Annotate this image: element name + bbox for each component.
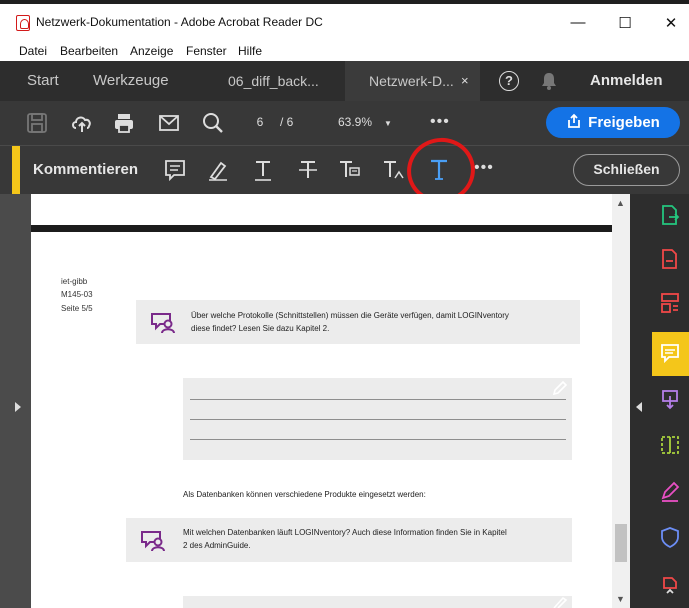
minimize-button[interactable]: — — [568, 14, 588, 31]
comment-2-line-1: Mit welchen Datenbanken läuft LOGINvento… — [183, 528, 507, 537]
tab-close-button[interactable]: × — [461, 73, 469, 88]
scroll-down-arrow-icon[interactable]: ▼ — [616, 594, 625, 604]
share-button[interactable]: Freigeben — [546, 107, 680, 138]
edit-pencil-icon[interactable] — [551, 380, 568, 397]
menu-anzeige[interactable]: Anzeige — [130, 44, 173, 58]
left-pane-toggle-icon[interactable] — [15, 402, 21, 412]
zoom-value: 63.9% — [338, 115, 373, 129]
fill-sign-icon — [661, 481, 680, 502]
save-icon[interactable] — [25, 111, 49, 135]
document-viewport[interactable]: iet-gibb M145-03 Seite 5/5 Über welche P… — [0, 194, 630, 608]
answer-line — [190, 419, 566, 420]
protect-tool[interactable] — [652, 516, 689, 560]
menu-hilfe[interactable]: Hilfe — [238, 44, 262, 58]
tab-werkzeuge[interactable]: Werkzeuge — [93, 61, 169, 101]
more-comment-tools-button[interactable]: ••• — [474, 159, 494, 177]
tab-bar: Start Werkzeuge 06_diff_back... Netzwerk… — [0, 61, 689, 101]
export-pdf-tool[interactable] — [652, 194, 689, 238]
comment-mode-accent — [12, 146, 20, 195]
comment-tool[interactable] — [652, 332, 689, 376]
more-tools-item[interactable] — [652, 562, 689, 606]
page-header-line-2: M145-03 — [61, 290, 93, 299]
search-icon[interactable] — [201, 111, 225, 135]
compress-tool[interactable] — [652, 378, 689, 422]
print-icon[interactable] — [112, 111, 136, 135]
close-comment-button[interactable]: Schließen — [573, 154, 680, 186]
page-separator — [31, 225, 612, 232]
main-toolbar: 6 / 6 63.9% ▼ ••• Freigeben — [0, 101, 689, 145]
highlight-icon[interactable] — [206, 158, 230, 182]
edit-pdf-tool[interactable] — [652, 424, 689, 468]
create-pdf-tool[interactable] — [652, 238, 689, 282]
comment-toolbar: Kommentieren ••• Schließen — [0, 145, 689, 195]
right-tools-pane — [630, 194, 689, 608]
more-tools-button[interactable]: ••• — [430, 110, 450, 134]
sticky-note-icon[interactable] — [163, 158, 187, 182]
answer-line — [190, 399, 566, 400]
answer-field-1[interactable] — [183, 378, 572, 460]
edit-pencil-icon[interactable] — [551, 596, 568, 608]
replace-text-icon[interactable] — [337, 158, 361, 182]
scrollbar-thumb[interactable] — [615, 524, 627, 562]
comment-tool-icon — [661, 344, 679, 364]
answer-field-2[interactable] — [183, 596, 572, 608]
menu-fenster[interactable]: Fenster — [186, 44, 227, 58]
tab-document-1[interactable]: 06_diff_back... — [228, 61, 319, 101]
tab-document-2[interactable]: Netzwerk-D... — [345, 61, 480, 101]
acrobat-app-icon — [16, 15, 30, 31]
page-header-line-3: Seite 5/5 — [61, 304, 93, 313]
chevron-down-icon: ▼ — [384, 119, 392, 128]
comment-box-1[interactable]: Über welche Protokolle (Schnittstellen) … — [136, 300, 580, 344]
share-icon — [568, 113, 581, 128]
fill-sign-tool[interactable] — [652, 470, 689, 514]
bell-icon[interactable] — [539, 71, 559, 91]
insert-text-icon[interactable] — [381, 158, 405, 182]
underline-text-icon[interactable] — [251, 158, 275, 182]
comment-1-line-1: Über welche Protokolle (Schnittstellen) … — [191, 311, 509, 320]
edit-pdf-icon — [661, 436, 679, 454]
window-title: Netzwerk-Dokumentation - Adobe Acrobat R… — [36, 15, 323, 29]
page-header-line-1: iet-gibb — [61, 277, 88, 286]
menu-bar: Datei Bearbeiten Anzeige Fenster Hilfe — [0, 40, 689, 61]
menu-datei[interactable]: Datei — [19, 44, 47, 58]
vertical-scrollbar[interactable]: ▲ ▼ — [612, 194, 630, 608]
right-pane-toggle-icon[interactable] — [636, 402, 642, 412]
page-number-input[interactable]: 6 — [244, 110, 276, 134]
zoom-select[interactable]: 63.9% ▼ — [338, 110, 418, 136]
protect-icon — [661, 527, 679, 548]
compress-icon — [662, 390, 678, 410]
create-pdf-icon — [662, 249, 677, 269]
organize-pages-icon — [661, 293, 679, 313]
share-label: Freigeben — [588, 114, 660, 131]
pdf-page[interactable]: iet-gibb M145-03 Seite 5/5 Über welche P… — [31, 194, 612, 608]
email-icon[interactable] — [157, 111, 181, 135]
comment-1-line-2: diese findet? Lesen Sie dazu Kapitel 2. — [191, 324, 330, 333]
more-tools-icon — [663, 577, 677, 594]
comment-user-icon — [151, 313, 175, 334]
comment-box-2[interactable]: Mit welchen Datenbanken läuft LOGINvento… — [126, 518, 572, 562]
export-pdf-icon — [662, 205, 680, 225]
tab-start[interactable]: Start — [27, 61, 59, 101]
maximize-button[interactable]: ☐ — [615, 14, 635, 32]
sign-in-button[interactable]: Anmelden — [590, 61, 663, 101]
body-text: Als Datenbanken können verschiedene Prod… — [183, 490, 426, 499]
help-icon[interactable]: ? — [499, 71, 519, 91]
answer-line — [190, 439, 566, 440]
page-total: / 6 — [280, 115, 294, 129]
menu-bearbeiten[interactable]: Bearbeiten — [60, 44, 118, 58]
scroll-up-arrow-icon[interactable]: ▲ — [616, 198, 625, 208]
upload-cloud-icon[interactable] — [70, 111, 94, 135]
comment-2-line-2: 2 des AdminGuide. — [183, 541, 251, 550]
strikethrough-icon[interactable] — [296, 158, 320, 182]
organize-pages-tool[interactable] — [652, 282, 689, 326]
close-window-button[interactable]: ✕ — [661, 14, 681, 32]
comment-user-icon — [141, 531, 165, 552]
comment-toolbar-label: Kommentieren — [33, 161, 139, 178]
title-bar: Netzwerk-Dokumentation - Adobe Acrobat R… — [0, 0, 689, 40]
